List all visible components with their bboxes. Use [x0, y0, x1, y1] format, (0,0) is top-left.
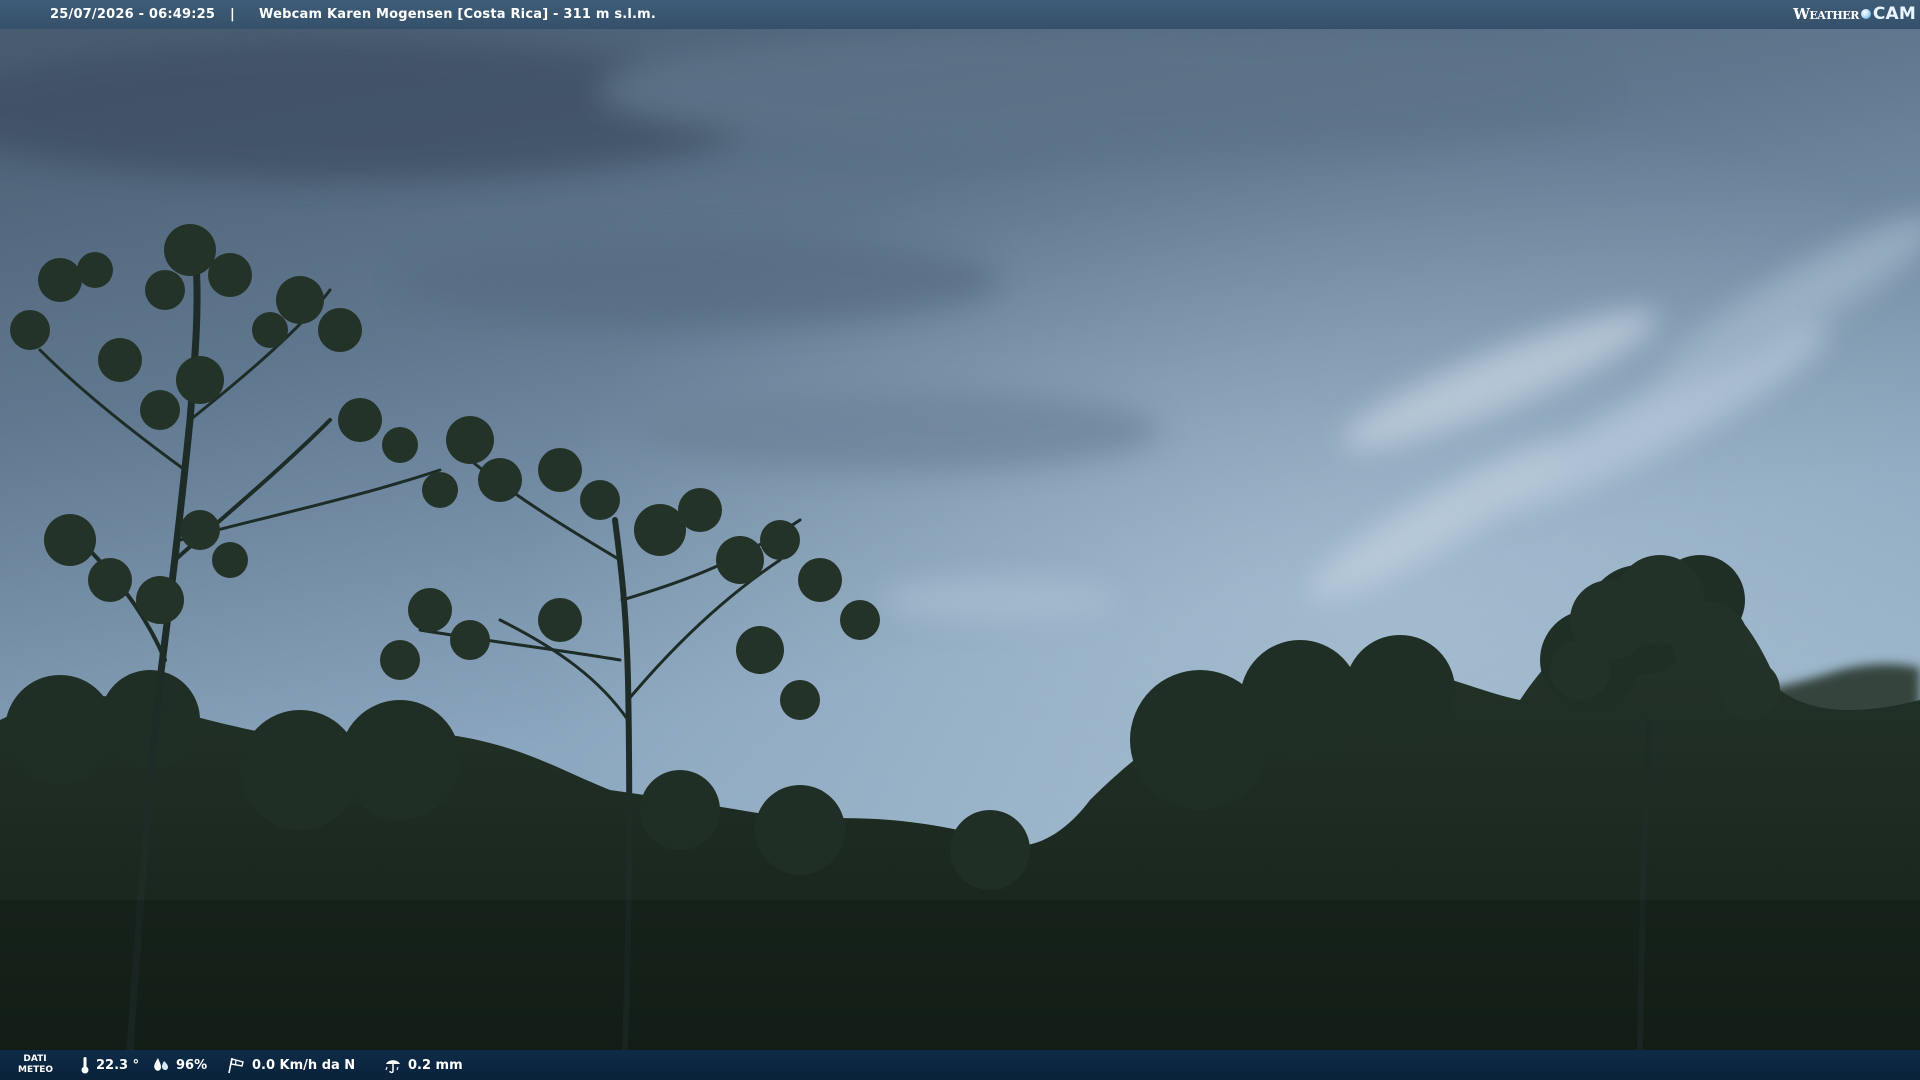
- webcam-image: [0, 0, 1920, 1080]
- top-info-bar: 25/07/2026 - 06:49:25 | Webcam Karen Mog…: [0, 0, 1920, 29]
- wind-sock-icon: [228, 1057, 244, 1074]
- humidity-value: 96%: [176, 1057, 208, 1073]
- wind-value: 0.0 Km/h da N: [252, 1057, 356, 1073]
- humidity-drops-icon: [154, 1058, 168, 1071]
- rain-value: 0.2 mm: [408, 1057, 463, 1073]
- dati-label: DATI: [23, 1054, 47, 1064]
- logo-dot-icon: [1860, 9, 1871, 19]
- separator: |: [230, 7, 235, 22]
- rain-gauge-icon: [385, 1060, 400, 1074]
- weather-data-bar: DATI METEO 22.3 ° 96% 0.0 Km/h da N 0.2 …: [0, 1050, 1920, 1080]
- temperature-value: 22.3 °: [96, 1057, 140, 1073]
- meteo-label: METEO: [18, 1065, 54, 1075]
- timestamp: 25/07/2026 - 06:49:25: [50, 7, 216, 22]
- wind-reading: 0.0 Km/h da N: [226, 1050, 355, 1080]
- weathercam-logo: Weather CAM: [1793, 3, 1916, 25]
- webcam-title: Webcam Karen Mogensen [Costa Rica] - 311…: [259, 7, 657, 22]
- logo-word: Weather: [1793, 5, 1859, 23]
- dati-meteo-label: DATI METEO: [18, 1054, 54, 1076]
- rain-reading: 0.2 mm: [384, 1050, 463, 1080]
- webcam-frame: 25/07/2026 - 06:49:25 | Webcam Karen Mog…: [0, 0, 1920, 1080]
- logo-cam: CAM: [1872, 4, 1916, 24]
- thermometer-icon: [81, 1057, 89, 1074]
- temperature-reading: 22.3 °: [80, 1050, 139, 1080]
- humidity-reading: 96%: [152, 1050, 207, 1080]
